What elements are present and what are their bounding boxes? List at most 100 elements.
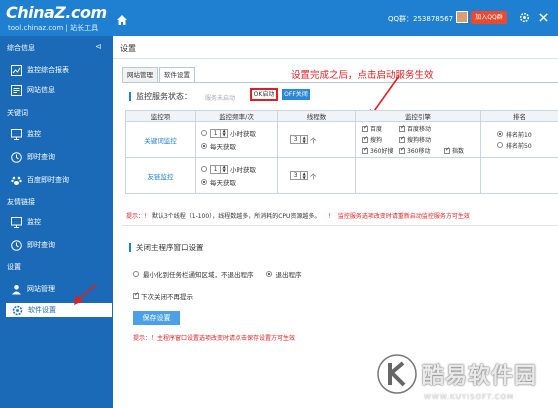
sidebar-item-report[interactable]: 监控综合报表 <box>0 62 113 78</box>
sidebar: 综合信息 ⊲ 监控综合报表 网站信息 关键词 监控 即时查询 百度即时查询 友情… <box>0 36 113 408</box>
table-row: 友链监控 1 ▲ ▼ 小时获取 每天获取 3 ▲ ▼ 个 <box>125 157 558 194</box>
close-behavior-options: 最小化到任务栏通知区域，不退出程序 退出程序 <box>133 269 302 279</box>
rank-top50-option[interactable]: 排名前50 <box>481 140 558 151</box>
no-more-prompt-checkbox[interactable] <box>133 291 139 299</box>
close-icon[interactable] <box>538 12 549 23</box>
radio[interactable] <box>497 142 503 148</box>
engine-sogou[interactable]: 搜狗 <box>362 135 399 144</box>
user-icon <box>12 284 21 294</box>
exit-radio[interactable] <box>265 271 272 277</box>
minimize-radio[interactable] <box>133 271 139 277</box>
hours-stepper[interactable]: 1 ▲ ▼ <box>210 128 228 138</box>
rank-cell: 排名前10 排名前50 <box>480 121 558 158</box>
sidebar-item-label: 软件设置 <box>28 306 56 314</box>
checkbox[interactable] <box>444 146 450 154</box>
gear-icon[interactable] <box>519 12 530 23</box>
watermark-text: 酷易软件园 <box>422 364 538 389</box>
hours-stepper[interactable]: 1 ▲ ▼ <box>210 164 228 174</box>
watermark-logo-icon <box>377 354 417 394</box>
checkbox[interactable] <box>362 135 368 143</box>
watermark-url: WWW.KUYISOFT.COM <box>424 393 515 401</box>
checkbox[interactable] <box>399 135 405 143</box>
divider <box>113 58 558 59</box>
sidebar-section-keywords: 关键词 <box>7 109 28 117</box>
checkbox[interactable] <box>362 124 368 132</box>
threads-unit: 个 <box>310 172 317 181</box>
sidebar-item-label: 网站管理 <box>27 285 55 293</box>
sidebar-item-link-query[interactable]: 即时查询 <box>0 237 113 253</box>
tab-software-settings[interactable]: 软件设置 <box>159 67 195 83</box>
daily-radio[interactable] <box>201 143 207 149</box>
frequency-cell: 1 ▲ ▼ 小时获取 每天获取 <box>195 157 278 194</box>
clock-icon <box>11 239 22 251</box>
logo-subtitle: tool.chinaz.com | 站长工具 <box>8 24 99 32</box>
sidebar-item-site-info[interactable]: 网站信息 <box>0 82 113 98</box>
daily-radio[interactable] <box>201 179 207 185</box>
monitor-settings-table: 监控项 监控频率/次 线程数 监控引擎 排名 关键词监控 1 ▲ ▼ 小时获取 每天… <box>125 110 558 194</box>
tip-restart-text: 监控服务选项改变时请重新启动监控服务方可生效 <box>337 213 470 220</box>
top-bar: ChinaZ.com tool.chinaz.com | 站长工具 QQ群：25… <box>0 0 558 36</box>
sidebar-section-links: 友情链接 <box>7 198 35 206</box>
hourly-radio[interactable] <box>201 166 207 172</box>
tip-bang: ！ <box>328 213 335 220</box>
sidebar-item-label: 监控 <box>27 218 41 226</box>
sidebar-section-overview: 综合信息 <box>7 44 35 52</box>
start-service-button[interactable]: OK启动 <box>250 88 278 101</box>
divider <box>122 82 558 83</box>
hourly-label: 小时获取 <box>230 166 256 174</box>
save-settings-button[interactable]: 保存设置 <box>133 311 180 325</box>
link-monitor-link[interactable]: 友链监控 <box>125 157 196 194</box>
home-icon[interactable] <box>116 14 128 26</box>
checkbox[interactable] <box>362 146 368 154</box>
rank-top10-option[interactable]: 排名前10 <box>481 129 558 140</box>
threads-cell: 3 ▲ ▼ 个 <box>277 121 356 158</box>
sidebar-item-label: 即时查询 <box>27 241 55 249</box>
daily-label: 每天获取 <box>210 143 236 151</box>
sidebar-item-baidu-query[interactable]: 百度即时查询 <box>0 172 113 188</box>
threads-unit: 个 <box>310 136 317 145</box>
sidebar-item-keyword-query[interactable]: 即时查询 <box>0 149 113 165</box>
sidebar-item-keyword-monitor[interactable]: 监控 <box>0 126 113 142</box>
save-tip: 提示：！主程序窗口设置选项改变时请点击保存设置方可生效 <box>133 335 296 342</box>
join-qq-button[interactable]: 加入QQ群 <box>471 11 507 24</box>
column-header: 监控项 <box>125 110 196 122</box>
stop-service-button[interactable]: OFF关闭 <box>282 89 310 100</box>
engines-cell: 百度 百度移动 搜狗 搜狗移动 360好搜 360移动 指数 <box>355 121 481 158</box>
close-settings-label: 关闭主程序窗口设置 <box>136 243 204 252</box>
engines-cell <box>355 157 481 194</box>
engine-360[interactable]: 360好搜 <box>362 146 399 155</box>
table-header-row: 监控项 监控频率/次 线程数 监控引擎 排名 <box>125 110 558 122</box>
gear-icon <box>12 305 23 315</box>
tab-bar: 网站管理 软件设置 <box>122 67 196 83</box>
exit-label: 退出程序 <box>275 271 302 279</box>
radio[interactable] <box>497 131 503 137</box>
rank-cell <box>480 157 558 194</box>
checkbox[interactable] <box>399 146 405 154</box>
annotation-arrow-icon <box>74 283 97 305</box>
checkbox[interactable] <box>399 124 405 132</box>
threads-stepper[interactable]: 3 ▲ ▼ <box>290 171 308 180</box>
collapse-icon[interactable]: ⊲ <box>95 42 102 51</box>
engine-baidu-mobile[interactable]: 百度移动 <box>399 124 444 133</box>
column-header: 排名 <box>480 110 558 122</box>
engine-baidu[interactable]: 百度 <box>362 124 399 133</box>
monitor-icon <box>11 128 22 140</box>
keyword-monitor-link[interactable]: 关键词监控 <box>125 121 196 158</box>
sidebar-item-label: 监控综合报表 <box>27 66 69 74</box>
tip-text: 默认3个线程（1-100），线程数越多，所消耗的CPU资源越多。 <box>151 213 321 220</box>
qq-avatar <box>456 11 468 23</box>
engine-index[interactable]: 指数 <box>444 146 479 155</box>
section-marker <box>129 243 131 252</box>
tab-site-manage[interactable]: 网站管理 <box>122 67 158 83</box>
sidebar-item-link-monitor[interactable]: 监控 <box>0 214 113 230</box>
no-more-prompt-label: 下次关闭不再提示 <box>141 293 193 301</box>
table-row: 关键词监控 1 ▲ ▼ 小时获取 每天获取 3 ▲ ▼ 个 ✓ 百度 ✓ 百度移… <box>125 121 558 158</box>
engine-360-mobile[interactable]: 360移动 <box>399 146 444 155</box>
qq-group-text: QQ群：253878567 <box>388 15 454 23</box>
threads-stepper[interactable]: 3 ▲ ▼ <box>290 135 308 144</box>
hourly-label: 小时获取 <box>230 130 256 138</box>
chart-icon <box>11 64 22 76</box>
engine-sogou-mobile[interactable]: 搜狗移动 <box>399 135 444 144</box>
paw-icon <box>11 176 22 185</box>
hourly-radio[interactable] <box>201 130 207 136</box>
